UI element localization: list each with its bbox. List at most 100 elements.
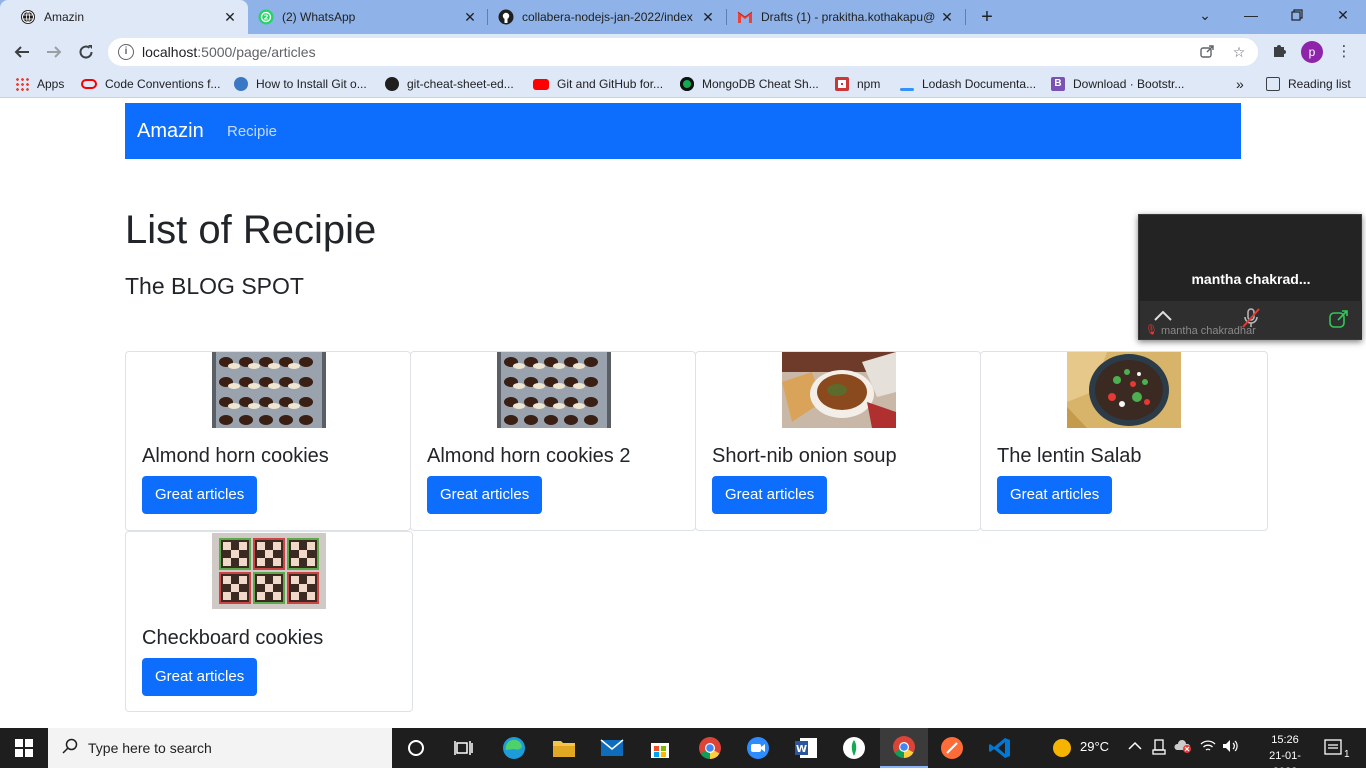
bootstrap-icon: B: [1051, 77, 1065, 91]
tab-strip: Amazin ✕ 2 (2) WhatsApp ✕ collabera-node…: [0, 0, 1366, 34]
taskbar-search-box[interactable]: Type here to search: [48, 728, 392, 768]
close-icon[interactable]: ✕: [222, 9, 238, 25]
bookmark-git-github[interactable]: Git and GitHub for...: [533, 75, 663, 93]
page-content: Amazin Recipie List of Recipie The BLOG …: [0, 103, 1366, 728]
zoom-icon[interactable]: [734, 728, 782, 768]
mongodb-compass-icon[interactable]: [830, 728, 878, 768]
cortana-circle-icon[interactable]: [392, 728, 440, 768]
vscode-icon[interactable]: [976, 728, 1024, 768]
github-icon: [385, 77, 399, 91]
recipe-card: Almond horn cookies Great articles: [125, 351, 411, 531]
edge-browser-icon[interactable]: [490, 728, 538, 768]
close-icon[interactable]: ✕: [700, 9, 716, 25]
nav-link-recipie[interactable]: Recipie: [227, 123, 277, 140]
recipe-image-checkerboard-cookies: [212, 533, 326, 609]
tab-title: (2) WhatsApp: [282, 10, 356, 24]
extensions-puzzle-icon[interactable]: [1270, 42, 1290, 62]
taskbar-clock[interactable]: 15:26 21-01-2022: [1262, 732, 1308, 780]
tab-gmail[interactable]: Drafts (1) - prakitha.kothakapu@ ✕: [727, 0, 965, 34]
great-articles-button[interactable]: Great articles: [427, 476, 543, 514]
close-icon[interactable]: ✕: [462, 9, 478, 25]
close-icon[interactable]: ✕: [939, 9, 955, 25]
tray-chevron-up-icon[interactable]: [1128, 739, 1142, 754]
recipe-image-lentil-salad: [1067, 352, 1181, 428]
tab-separator: [965, 9, 966, 25]
bookmarks-bar: Apps Code Conventions f... How to Instal…: [0, 70, 1366, 98]
participant-name: mantha chakrad...: [1191, 271, 1311, 287]
profile-avatar[interactable]: p: [1301, 41, 1323, 63]
back-arrow-icon[interactable]: [10, 40, 34, 64]
bookmark-mongodb[interactable]: MongoDB Cheat Sh...: [680, 75, 819, 93]
windows-taskbar: Type here to search W 29°C 15:26 21-01-2…: [0, 728, 1366, 778]
tab-github[interactable]: collabera-nodejs-jan-2022/index ✕: [488, 0, 726, 34]
great-articles-button[interactable]: Great articles: [712, 476, 828, 514]
minimize-icon[interactable]: —: [1228, 0, 1274, 30]
close-window-icon[interactable]: ✕: [1320, 0, 1366, 30]
search-icon: [62, 738, 78, 758]
postman-icon[interactable]: [928, 728, 976, 768]
reading-list-icon: [1266, 77, 1280, 91]
bookmark-apps[interactable]: Apps: [15, 75, 64, 93]
great-articles-button[interactable]: Great articles: [142, 476, 258, 514]
chrome-active-icon[interactable]: [880, 728, 928, 768]
bookmark-lodash[interactable]: Lodash Documenta...: [900, 75, 1036, 93]
mic-muted-small-icon: 🎙: [1145, 325, 1158, 336]
search-placeholder: Type here to search: [88, 740, 212, 756]
mail-icon[interactable]: [588, 728, 636, 768]
new-tab-plus-icon[interactable]: +: [977, 7, 997, 27]
navbar-brand[interactable]: Amazin: [137, 120, 204, 143]
meeting-video-overlay[interactable]: mantha chakrad... mantha chakradhar 🎙: [1138, 214, 1362, 340]
mongodb-icon: [680, 77, 694, 91]
bookmark-star-icon[interactable]: ☆: [1230, 43, 1248, 61]
oracle-icon: [81, 79, 97, 89]
bookmark-code-conventions[interactable]: Code Conventions f...: [81, 75, 220, 93]
tab-title: collabera-nodejs-jan-2022/index: [522, 10, 693, 24]
windows-start-icon[interactable]: [0, 728, 48, 768]
recipe-image-almond-cookies: [212, 352, 326, 428]
tab-title: Amazin: [44, 10, 85, 24]
weather-temp[interactable]: 29°C: [1080, 739, 1109, 754]
restore-icon[interactable]: [1274, 0, 1320, 30]
site-info-icon[interactable]: i: [118, 44, 134, 60]
clock-time: 15:26: [1271, 734, 1299, 746]
recipe-title: The lentin Salab: [997, 445, 1142, 467]
recipe-card: Almond horn cookies 2 Great articles: [410, 351, 696, 531]
tab-amazin[interactable]: Amazin ✕: [0, 0, 248, 34]
store-icon[interactable]: [636, 728, 684, 768]
word-icon[interactable]: W: [782, 728, 830, 768]
reload-icon[interactable]: [74, 40, 98, 64]
tab-search-chevron-icon[interactable]: ⌄: [1182, 0, 1228, 30]
reading-list[interactable]: Reading list: [1266, 75, 1351, 93]
popout-icon[interactable]: [1329, 310, 1349, 333]
clock-date: 21-01-2022: [1269, 750, 1301, 778]
wifi-icon[interactable]: [1200, 739, 1216, 756]
file-explorer-icon[interactable]: [540, 728, 588, 768]
great-articles-button[interactable]: Great articles: [997, 476, 1113, 514]
recipe-card: Short-nib onion soup Great articles: [695, 351, 981, 531]
task-view-icon[interactable]: [440, 728, 488, 768]
tab-whatsapp[interactable]: 2 (2) WhatsApp ✕: [248, 0, 488, 34]
volume-icon[interactable]: [1222, 739, 1240, 756]
youtube-icon: [533, 78, 549, 90]
bookmark-install-git[interactable]: How to Install Git o...: [234, 75, 367, 93]
browser-toolbar: i localhost:5000/page/articles ☆ p ⋮: [0, 34, 1366, 70]
bookmark-npm[interactable]: npm: [835, 75, 880, 93]
great-articles-button[interactable]: Great articles: [142, 658, 258, 696]
menu-kebab-icon[interactable]: ⋮: [1334, 42, 1354, 62]
weather-sun-icon[interactable]: [1052, 738, 1072, 761]
forward-arrow-icon[interactable]: [42, 40, 66, 64]
svg-text:2: 2: [264, 14, 269, 22]
bookmark-git-cheat-sheet[interactable]: git-cheat-sheet-ed...: [385, 75, 514, 93]
usb-device-icon[interactable]: [1152, 739, 1166, 758]
recipe-image-almond-cookies: [497, 352, 611, 428]
recipe-title: Checkboard cookies: [142, 627, 324, 649]
onedrive-error-icon[interactable]: [1174, 739, 1192, 756]
bookmark-bootstrap[interactable]: B Download · Bootstr...: [1051, 75, 1184, 93]
share-icon[interactable]: [1198, 43, 1216, 61]
address-bar[interactable]: i localhost:5000/page/articles ☆: [108, 38, 1258, 66]
more-bookmarks-chevron[interactable]: »: [1236, 75, 1244, 93]
recipe-title: Almond horn cookies 2: [427, 445, 631, 467]
recipe-card: Checkboard cookies Great articles: [125, 531, 413, 712]
chrome-icon[interactable]: [686, 728, 734, 768]
recipe-title: Almond horn cookies: [142, 445, 329, 467]
